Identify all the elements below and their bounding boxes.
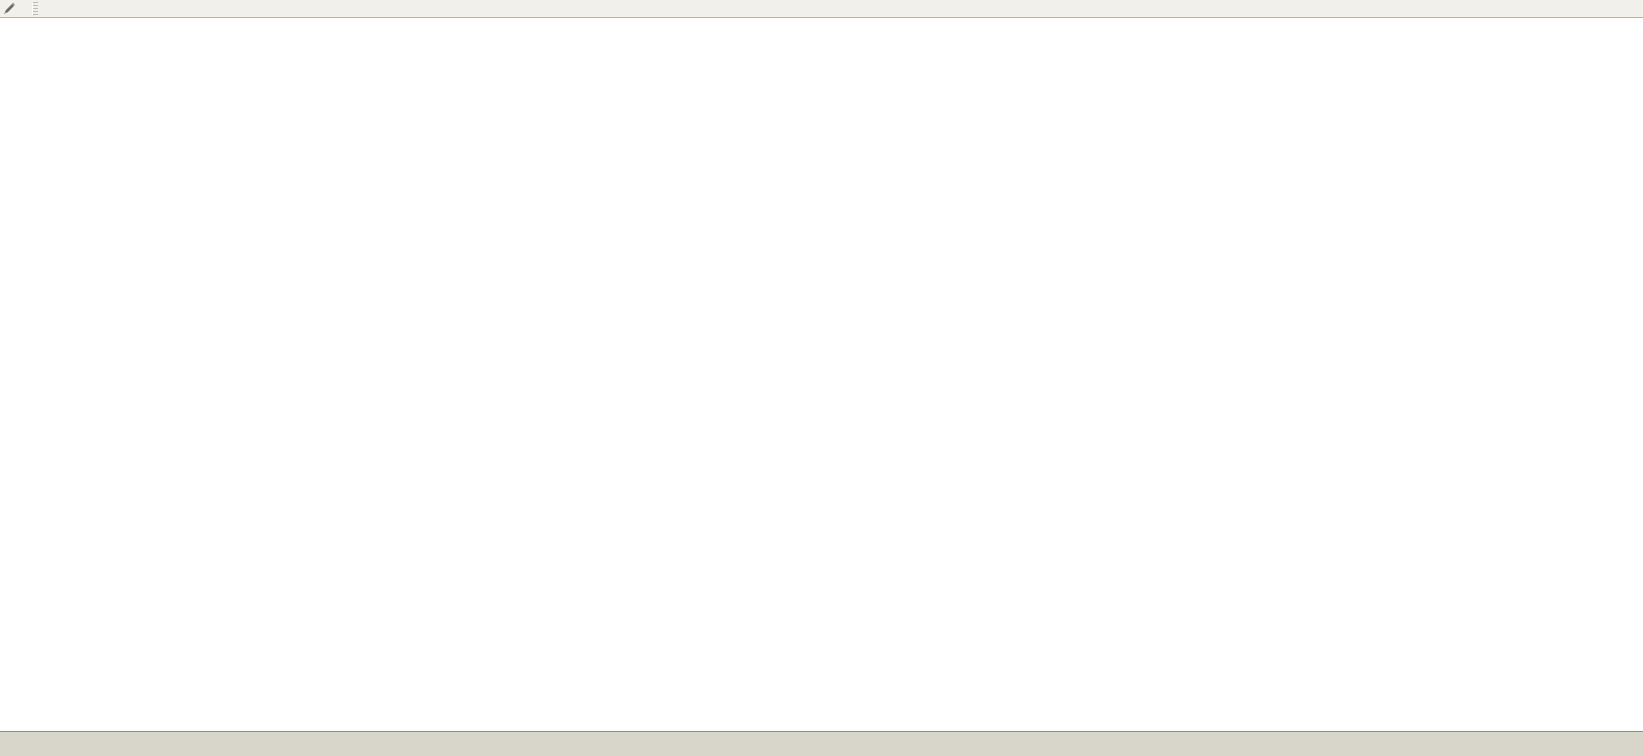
toolbar-grip[interactable]: [32, 2, 38, 15]
tabs-scroll-right-icon[interactable]: [1629, 732, 1643, 756]
chart-tab-bar: [0, 731, 1643, 756]
chart-window: [0, 0, 1643, 731]
mt4-terminal: { "toolbar": { "draw_tool_icon": "pencil…: [0, 0, 1643, 755]
toolbar: [0, 0, 1643, 18]
tabs-scroll-left-icon[interactable]: [1615, 732, 1629, 756]
pencil-icon[interactable]: [0, 1, 18, 16]
